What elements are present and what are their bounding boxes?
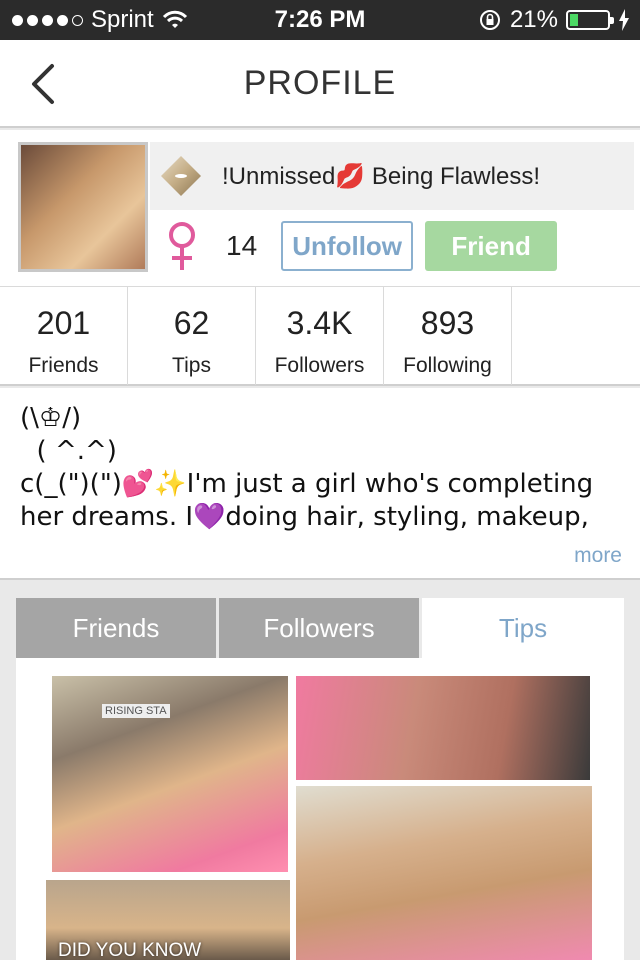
page-title: PROFILE bbox=[243, 64, 397, 102]
charging-bolt-icon bbox=[619, 9, 629, 31]
display-name: !Unmissed💋 Being Flawless! bbox=[222, 162, 540, 190]
avatar[interactable] bbox=[18, 142, 148, 272]
female-symbol-icon bbox=[169, 222, 195, 270]
stat-followers[interactable]: 3.4K Followers bbox=[256, 287, 384, 385]
nav-bar: PROFILE bbox=[0, 40, 640, 128]
rank-badge-icon bbox=[161, 156, 201, 196]
stat-label: Tips bbox=[172, 354, 211, 377]
tab-friends[interactable]: Friends bbox=[16, 598, 216, 658]
stat-value: 3.4K bbox=[286, 305, 353, 341]
battery-percent: 21% bbox=[509, 6, 558, 33]
bio-section: (\♔/) ( ^.^) c(_(")(")💕✨I'm just a girl … bbox=[0, 388, 640, 580]
stat-value: 62 bbox=[173, 305, 210, 341]
stat-label: Followers bbox=[274, 354, 365, 377]
age-label: 14 bbox=[226, 230, 258, 261]
stat-label: Following bbox=[403, 354, 492, 377]
tip-thumbnail[interactable] bbox=[296, 676, 590, 780]
rotation-lock-icon bbox=[479, 10, 500, 30]
stat-value: 201 bbox=[36, 305, 91, 341]
battery-icon bbox=[566, 10, 614, 30]
tab-followers[interactable]: Followers bbox=[219, 598, 419, 658]
info-row: 14 Unfollow Friend bbox=[150, 218, 634, 274]
tab-tips[interactable]: Tips bbox=[422, 598, 624, 658]
profile-header: !Unmissed💋 Being Flawless! 14 Unfollow F… bbox=[0, 130, 640, 286]
stats-row: 201 Friends 62 Tips 3.4K Followers 893 F… bbox=[0, 286, 640, 386]
tip-thumbnail[interactable] bbox=[296, 786, 592, 960]
tip-caption: DID YOU KNOW bbox=[58, 940, 202, 960]
more-link[interactable]: more bbox=[574, 544, 622, 568]
stat-friends[interactable]: 201 Friends bbox=[0, 287, 128, 385]
tip-sign-text: RISING STA bbox=[102, 704, 170, 718]
stat-following[interactable]: 893 Following bbox=[384, 287, 512, 385]
tips-grid: RISING STA DID YOU KNOW bbox=[16, 658, 624, 960]
name-row: !Unmissed💋 Being Flawless! bbox=[150, 142, 634, 210]
status-bar: Sprint 7:26 PM 21% bbox=[0, 0, 640, 40]
content-tabs: Friends Followers Tips bbox=[16, 598, 624, 658]
stat-label: Friends bbox=[28, 354, 99, 377]
stat-tips[interactable]: 62 Tips bbox=[128, 287, 256, 385]
friend-button[interactable]: Friend bbox=[425, 221, 558, 271]
stat-value: 893 bbox=[420, 305, 475, 341]
unfollow-button[interactable]: Unfollow bbox=[281, 221, 414, 271]
bio-text: (\♔/) ( ^.^) c(_(")(")💕✨I'm just a girl … bbox=[20, 403, 594, 532]
tip-thumbnail[interactable]: RISING STA bbox=[52, 676, 288, 872]
status-right: 21% bbox=[478, 6, 630, 34]
